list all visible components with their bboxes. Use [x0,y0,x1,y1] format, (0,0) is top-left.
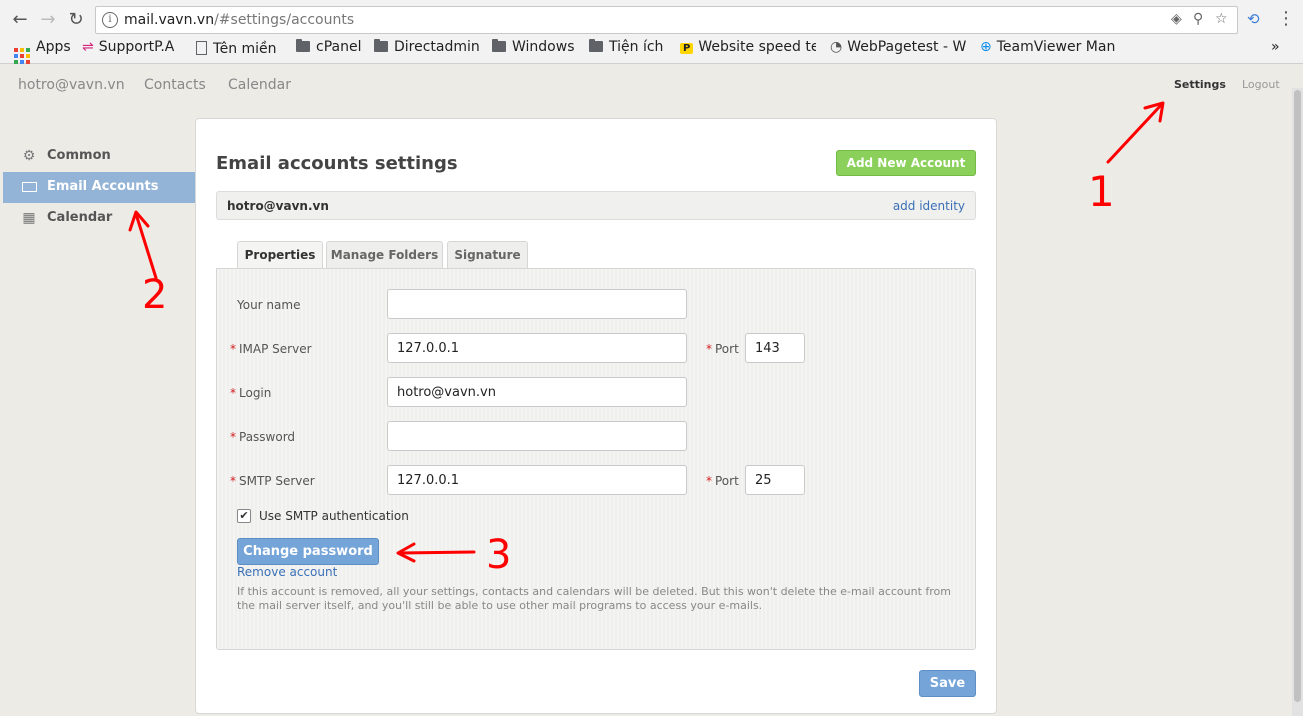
browser-toolbar: ← → ↻ i mail.vavn.vn/#settings/accounts … [0,0,1303,64]
remove-account-link[interactable]: Remove account [237,565,337,579]
smtp-auth-label: Use SMTP authentication [259,509,409,523]
forward-arrow-icon[interactable]: → [37,9,59,31]
scrollbar-thumb[interactable] [1294,90,1301,702]
support-icon: ⇌ [82,39,94,55]
settings-panel: Email accounts settings Add New Account … [195,118,997,714]
sidebar-item-label: Calendar [47,210,113,225]
bookmark-supportpa[interactable]: ⇌ SupportP.A [82,39,174,55]
imap-port-input[interactable]: 143 [745,333,805,363]
tab-properties[interactable]: Properties [237,241,323,270]
smtp-port-label: * Port [706,474,739,488]
page-icon [196,41,207,55]
login-label: * Login [230,386,272,400]
login-input[interactable]: hotro@vavn.vn [387,377,687,407]
info-icon[interactable]: i [102,12,118,28]
bookmark-ten-mien[interactable]: Tên miền [196,39,277,57]
url-text: mail.vavn.vn/#settings/accounts [124,12,355,28]
gear-icon: ⚙ [22,148,36,164]
speedometer-icon: ◔ [830,39,843,55]
app-header: hotro@vavn.vn Contacts Calendar Settings… [0,65,1303,105]
apps-grid-icon [14,48,30,64]
smtp-port-input[interactable]: 25 [745,465,805,495]
address-bar[interactable]: i mail.vavn.vn/#settings/accounts ◈ ⚲ ☆ [95,6,1238,34]
bookmarks-more[interactable]: » [1271,39,1280,55]
sidebar-item-email-accounts[interactable]: Email Accounts [3,172,196,203]
bookmark-windows[interactable]: Windows [492,39,575,55]
change-password-button[interactable]: Change password [237,538,379,565]
bookmark-directadmin[interactable]: Directadmin [374,39,480,55]
folder-icon [589,39,603,52]
bookmark-webpagetest[interactable]: ◔ WebPagetest - W [830,39,968,55]
back-arrow-icon[interactable]: ← [9,9,31,31]
add-new-account-button[interactable]: Add New Account [836,150,976,176]
remove-account-notice: If this account is removed, all your set… [237,585,951,612]
tab-manage-folders[interactable]: Manage Folders [326,241,443,269]
extension-icon[interactable]: ⟲ [1247,10,1260,28]
reload-icon[interactable]: ↻ [65,9,87,31]
folder-icon [374,39,388,52]
bookmark-star-icon[interactable]: ☆ [1215,11,1228,27]
envelope-icon [21,179,37,195]
bookmark-cpanel[interactable]: cPanel [296,39,361,55]
password-label: * Password [230,430,296,444]
smtp-server-label: * SMTP Server [230,474,315,488]
annotation-number-2: 2 [142,272,167,318]
bookmark-apps[interactable]: Apps [14,39,71,64]
imap-server-label: * IMAP Server [230,342,312,356]
your-name-input[interactable] [387,289,687,319]
password-input[interactable] [387,421,687,451]
pin-icon[interactable]: ⚲ [1193,11,1203,27]
annotation-number-1: 1 [1088,167,1115,216]
browser-menu-icon[interactable]: ⋮ [1277,8,1295,29]
imap-server-input[interactable]: 127.0.0.1 [387,333,687,363]
pingdom-icon: P [680,43,694,54]
sidebar-item-common[interactable]: ⚙ Common [3,141,196,172]
site-settings-icon[interactable]: ◈ [1171,11,1182,27]
bookmark-teamviewer[interactable]: ⊕ TeamViewer Man [980,39,1118,55]
add-identity-link[interactable]: add identity [893,199,965,213]
bookmark-tien-ich[interactable]: Tiện ích [589,39,663,55]
sidebar-item-label: Email Accounts [47,179,159,194]
nav-contacts[interactable]: Contacts [144,77,206,93]
account-email: hotro@vavn.vn [227,199,329,213]
calendar-icon: ▦ [22,210,36,226]
page-title: Email accounts settings [216,153,458,174]
logout-link[interactable]: Logout [1242,78,1280,91]
folder-icon [492,39,506,52]
smtp-auth-checkbox[interactable]: ✔ [237,509,251,523]
user-email[interactable]: hotro@vavn.vn [18,77,125,93]
account-header: hotro@vavn.vn add identity [216,191,976,220]
properties-form: Your name * IMAP Server 127.0.0.1 * Port 1… [216,268,976,650]
sidebar-item-label: Common [47,148,111,163]
tab-signature[interactable]: Signature [447,241,528,269]
settings-link[interactable]: Settings [1174,78,1226,91]
folder-icon [296,39,310,52]
your-name-label: Your name [237,298,301,312]
imap-port-label: * Port [706,342,739,356]
bookmark-website-speed[interactable]: P Website speed te [680,39,816,55]
page-scrollbar[interactable] [1292,88,1303,716]
save-button[interactable]: Save [919,670,976,697]
sidebar-item-calendar[interactable]: ▦ Calendar [3,203,196,234]
nav-calendar[interactable]: Calendar [228,77,291,93]
bookmarks-bar: Apps ⇌ SupportP.A Tên miền cPanel Directa… [0,37,1303,64]
smtp-server-input[interactable]: 127.0.0.1 [387,465,687,495]
teamviewer-icon: ⊕ [980,39,992,55]
annotation-arrow-1 [1106,101,1165,164]
